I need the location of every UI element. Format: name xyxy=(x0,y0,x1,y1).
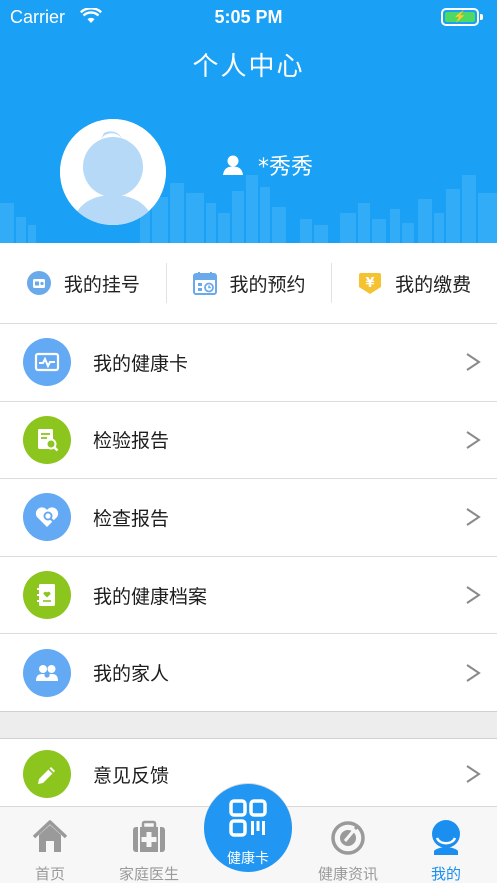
user-icon xyxy=(223,155,243,175)
chevron-right-icon xyxy=(466,663,481,682)
tab-label: 家庭医生 xyxy=(118,865,179,883)
quick-my-appointment[interactable]: 我的预约 xyxy=(165,243,332,323)
tab-family-doctor[interactable]: 家庭医生 xyxy=(101,807,197,883)
user-name: *秀秀 xyxy=(258,155,314,180)
menu-label: 我的健康档案 xyxy=(93,585,208,608)
svg-text:¥: ¥ xyxy=(366,276,375,291)
home-icon xyxy=(32,820,68,852)
menu-item-exam-report[interactable]: 检查报告 xyxy=(0,479,497,557)
health-record-icon xyxy=(23,571,71,620)
tab-label: 首页 xyxy=(34,865,65,883)
status-time: 5:05 PM xyxy=(214,7,283,27)
profile-header: Carrier 5:05 PM ⚡ 个人中心 *秀秀 xyxy=(0,0,497,243)
quick-label: 我的缴费 xyxy=(395,273,472,296)
menu-item-family[interactable]: 我的家人 xyxy=(0,634,497,712)
exam-report-icon xyxy=(23,493,71,542)
center-tab-label: 健康卡 xyxy=(227,851,269,867)
health-card-icon xyxy=(23,338,71,387)
tab-health-news[interactable]: 健康资讯 xyxy=(300,807,396,883)
tab-home[interactable]: 首页 xyxy=(2,807,98,883)
feedback-pencil-icon xyxy=(23,750,71,798)
tab-label: 健康资讯 xyxy=(317,865,378,883)
quick-label: 我的挂号 xyxy=(63,273,140,296)
family-icon xyxy=(23,648,71,697)
default-avatar-icon xyxy=(60,119,166,225)
tab-label: 我的 xyxy=(430,865,461,883)
tab-health-card-center-button[interactable]: 健康卡 xyxy=(204,784,292,872)
lab-report-icon xyxy=(23,415,71,464)
quick-my-payment[interactable]: ¥ 我的缴费 xyxy=(331,243,497,323)
qr-code-icon xyxy=(229,799,267,837)
menu-label: 我的健康卡 xyxy=(93,352,189,375)
news-icon xyxy=(331,821,365,855)
chevron-right-icon xyxy=(466,431,481,449)
battery-icon: ⚡ xyxy=(441,8,483,26)
chevron-right-icon xyxy=(466,765,481,783)
menu-label: 检查报告 xyxy=(93,507,170,530)
calendar-icon xyxy=(192,272,217,295)
menu-label: 我的家人 xyxy=(93,663,170,686)
quick-my-registration[interactable]: 我的挂号 xyxy=(0,243,166,323)
quick-actions: 我的挂号 我的预约 ¥ 我的缴费 xyxy=(0,243,497,323)
menu-item-health-card[interactable]: 我的健康卡 xyxy=(0,324,497,402)
tab-mine[interactable]: 我的 xyxy=(398,807,494,883)
medical-kit-icon xyxy=(133,820,165,852)
chevron-right-icon xyxy=(466,508,481,527)
menu-label: 检验报告 xyxy=(93,430,170,453)
menu-item-lab-report[interactable]: 检验报告 xyxy=(0,402,497,480)
status-bar: Carrier 5:05 PM ⚡ xyxy=(0,0,497,34)
avatar[interactable] xyxy=(60,119,166,225)
menu-label: 意见反馈 xyxy=(93,764,170,787)
register-icon xyxy=(26,271,51,295)
yen-payment-icon: ¥ xyxy=(359,273,382,294)
user-info: *秀秀 xyxy=(222,148,313,182)
charging-bolt-icon: ⚡ xyxy=(453,11,467,23)
menu-item-health-record[interactable]: 我的健康档案 xyxy=(0,557,497,635)
profile-icon xyxy=(432,820,460,855)
chevron-right-icon xyxy=(466,353,481,372)
menu-list: 我的健康卡 检验报告 检查报告 我的健康档案 我的家人 xyxy=(0,323,497,712)
chevron-right-icon xyxy=(466,586,481,604)
quick-label: 我的预约 xyxy=(229,273,306,296)
page-title: 个人中心 xyxy=(192,52,305,82)
